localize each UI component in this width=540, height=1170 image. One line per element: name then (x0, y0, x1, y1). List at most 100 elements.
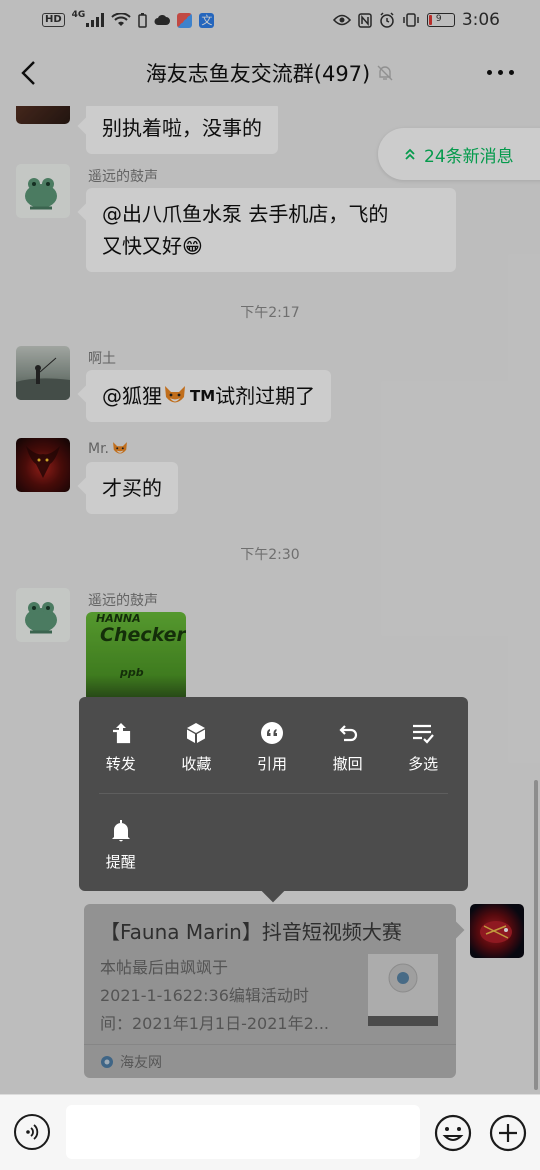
avatar[interactable] (16, 346, 70, 400)
link-card-description: 本帖最后由飒飒于 2021-1-1622:36编辑活动时 间：2021年1月1日… (100, 954, 346, 1038)
menu-item-recall[interactable]: 撤回 (310, 721, 386, 774)
fish-avatar-icon (480, 921, 512, 943)
frog-avatar-icon (25, 602, 57, 634)
link-card-desc-line: 本帖最后由飒飒于 (100, 958, 229, 977)
image-label: Checker (100, 624, 186, 646)
fox-emoji (113, 442, 127, 454)
demon-avatar-icon (26, 446, 60, 478)
message-bubble[interactable]: @狐狸 TM 试剂过期了 (86, 370, 332, 422)
avatar[interactable] (16, 106, 70, 124)
battery-saver-icon (138, 12, 148, 28)
menu-item-label: 多选 (408, 755, 439, 773)
chat-title-wrap: 海友志鱼友交流群(497) (146, 58, 394, 88)
link-card-source: 海友网 (120, 1054, 162, 1071)
alarm-icon (380, 12, 394, 28)
menu-item-label: 收藏 (181, 755, 212, 773)
menu-item-label: 转发 (105, 755, 136, 773)
plus-icon[interactable] (489, 1114, 527, 1152)
chevron-left-icon[interactable] (18, 60, 40, 86)
hd-badge: HD (42, 13, 65, 27)
message-bubble[interactable]: 别执着啦，没事的 (86, 106, 278, 154)
trademark-symbol: TM (190, 387, 216, 405)
menu-row: 转发 收藏 引用 撤回 多选 (79, 721, 468, 774)
menu-item-multiselect[interactable]: 多选 (385, 721, 461, 774)
chat-header: 海友志鱼友交流群(497) (0, 40, 540, 106)
new-messages-label: 24条新消息 (424, 146, 514, 167)
avatar[interactable] (16, 588, 70, 642)
sender-name: 啊土 (88, 351, 116, 367)
menu-item-forward[interactable]: 转发 (83, 721, 159, 774)
fisherman-avatar-icon (16, 357, 70, 400)
sender-name: Mr. (88, 440, 129, 458)
wifi-icon (111, 13, 132, 26)
eye-icon (332, 14, 351, 26)
vibrate-icon (403, 13, 419, 27)
message-text: @狐狸 (102, 384, 162, 408)
menu-divider (99, 793, 448, 794)
new-messages-button[interactable]: 24条新消息 (378, 128, 540, 180)
bell-icon (111, 820, 130, 842)
menu-item-remind[interactable]: 提醒 (83, 819, 159, 872)
menu-item-favorite[interactable]: 收藏 (159, 721, 235, 774)
quote-icon (260, 722, 283, 744)
status-right: 9 3:06 (332, 10, 500, 30)
avatar[interactable] (16, 164, 70, 218)
recall-icon (339, 725, 357, 742)
sender-name: 遥远的鼓声 (88, 593, 158, 609)
status-left: HD 4G 文 (42, 10, 215, 28)
link-card[interactable]: 【Fauna Marin】抖音短视频大赛 本帖最后由飒飒于 2021-1-162… (84, 904, 456, 1078)
double-chevron-up-icon (405, 148, 415, 160)
favorite-box-icon (187, 723, 206, 743)
message-text: 别执着啦，没事的 (102, 116, 262, 140)
sender-name-text: Mr. (88, 441, 109, 457)
fox-emoji (165, 386, 185, 403)
scrollbar[interactable] (534, 780, 538, 1090)
translate-icon: 文 (199, 12, 215, 28)
link-card-footer: 海友网 (84, 1044, 456, 1078)
forward-icon (112, 723, 130, 744)
frog-avatar-icon (25, 178, 57, 210)
network-type: 4G (71, 10, 86, 20)
link-card-desc-line: 2021-1-1622:36编辑活动时 (100, 986, 309, 1005)
input-bar (0, 1094, 540, 1170)
battery-icon: 9 (426, 13, 455, 27)
message-input[interactable] (66, 1105, 420, 1159)
menu-item-quote[interactable]: 引用 (234, 721, 310, 774)
menu-item-label: 提醒 (105, 853, 136, 871)
message-bubble[interactable]: @出八爪鱼水泵 去手机店，飞的 又快又好😁 (86, 188, 456, 272)
image-label: ppb (120, 666, 144, 679)
self-avatar[interactable] (470, 904, 524, 958)
menu-item-label: 引用 (256, 755, 287, 773)
app-icon (177, 12, 193, 28)
time-separator: 下午2:30 (240, 547, 300, 563)
message-text-line: @出八爪鱼水泵 去手机店，飞的 (102, 202, 389, 226)
source-logo-icon (101, 1055, 113, 1068)
battery-level: 9 (435, 14, 442, 24)
link-card-desc-line: 间：2021年1月1日-2021年2... (100, 1014, 330, 1033)
menu-item-label: 撤回 (332, 755, 363, 773)
chat-title: 海友志鱼友交流群(497) (145, 62, 371, 86)
more-horizontal-icon[interactable] (487, 70, 514, 75)
menu-row: 提醒 (79, 819, 468, 872)
multiselect-icon (413, 724, 435, 744)
voice-wave-icon (26, 1124, 39, 1140)
thumbnail-image (368, 954, 438, 1026)
voice-icon[interactable] (14, 1114, 50, 1150)
signal-icon (86, 13, 105, 27)
bell-muted-icon (377, 65, 393, 81)
message-text: 才买的 (102, 476, 162, 500)
link-card-thumbnail (368, 954, 438, 1026)
cloud-icon (154, 14, 171, 25)
emoji-icon[interactable] (434, 1114, 472, 1152)
image-message[interactable]: HANNA Checker ppb (86, 612, 186, 702)
sender-name: 遥远的鼓声 (88, 169, 158, 185)
status-bar: HD 4G 文 9 3:06 (0, 0, 540, 40)
avatar[interactable] (16, 438, 70, 492)
message-text-line: 又快又好😁 (102, 234, 203, 258)
time-separator: 下午2:17 (240, 305, 300, 321)
message-context-menu: 转发 收藏 引用 撤回 多选 提醒 (79, 697, 468, 891)
status-time: 3:06 (461, 10, 500, 30)
message-text: 试剂过期了 (215, 384, 316, 408)
message-bubble[interactable]: 才买的 (86, 462, 178, 514)
nfc-icon (358, 12, 372, 28)
